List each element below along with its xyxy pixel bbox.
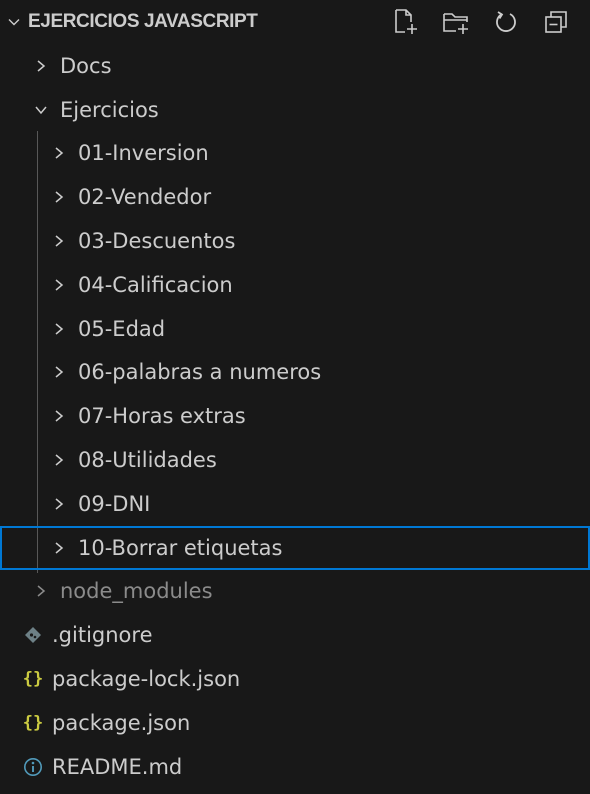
folder-06-palabras-a-numeros[interactable]: 06-palabras a numeros	[0, 351, 590, 395]
explorer-panel: EJERCICIOS JAVASCRIPT Docs Ejercicios 01…	[0, 0, 590, 794]
folder-label: Docs	[60, 53, 112, 78]
folder-docs[interactable]: Docs	[0, 44, 590, 88]
collapse-all-icon[interactable]	[538, 4, 574, 40]
folder-09-dni[interactable]: 09-DNI	[0, 482, 590, 526]
folder-label: 02-Vendedor	[78, 185, 212, 210]
file-package-json[interactable]: {} package.json	[0, 701, 590, 745]
folder-10-borrar-etiquetas[interactable]: 10-Borrar etiquetas	[0, 525, 590, 570]
folder-label: node_modules	[60, 579, 213, 604]
info-icon	[22, 756, 44, 778]
file-readme-md[interactable]: README.md	[0, 745, 590, 789]
folder-01-inversion[interactable]: 01-Inversion	[0, 132, 590, 176]
folder-label: Ejercicios	[60, 97, 159, 122]
folder-03-descuentos[interactable]: 03-Descuentos	[0, 219, 590, 263]
folder-05-edad[interactable]: 05-Edad	[0, 307, 590, 351]
folder-label: 10-Borrar etiquetas	[78, 535, 283, 560]
chevron-right-icon	[48, 449, 70, 471]
folder-label: 06-palabras a numeros	[78, 360, 322, 385]
json-braces-icon: {}	[22, 712, 44, 733]
folder-label: 04-Calificacion	[78, 272, 233, 297]
chevron-right-icon	[48, 405, 70, 427]
file-package-lock-json[interactable]: {} package-lock.json	[0, 657, 590, 701]
chevron-down-icon	[30, 99, 52, 121]
folder-label: 01-Inversion	[78, 141, 209, 166]
chevron-right-icon	[48, 318, 70, 340]
chevron-right-icon	[48, 274, 70, 296]
file-label: package.json	[52, 710, 191, 735]
folder-label: 05-Edad	[78, 316, 166, 341]
explorer-title: EJERCICIOS JAVASCRIPT	[28, 11, 258, 32]
chevron-right-icon	[48, 361, 70, 383]
folder-label: 03-Descuentos	[78, 229, 236, 254]
folder-label: 08-Utilidades	[78, 448, 217, 473]
folder-label: 09-DNI	[78, 491, 151, 516]
explorer-actions	[388, 0, 588, 44]
folder-08-utilidades[interactable]: 08-Utilidades	[0, 438, 590, 482]
json-braces-icon: {}	[22, 669, 44, 690]
folder-07-horas-extras[interactable]: 07-Horas extras	[0, 394, 590, 438]
file-label: README.md	[52, 754, 183, 779]
chevron-right-icon	[48, 186, 70, 208]
git-diamond-icon	[22, 624, 44, 646]
folder-ejercicios[interactable]: Ejercicios	[0, 88, 590, 132]
chevron-right-icon	[30, 55, 52, 77]
chevron-right-icon	[48, 537, 70, 559]
refresh-icon[interactable]	[488, 4, 524, 40]
folder-node-modules[interactable]: node_modules	[0, 570, 590, 614]
new-folder-icon[interactable]	[438, 4, 474, 40]
file-label: .gitignore	[52, 623, 153, 648]
file-tree: Docs Ejercicios 01-Inversion 02-Vendedor…	[0, 44, 590, 789]
folder-label: 07-Horas extras	[78, 404, 246, 429]
chevron-right-icon	[48, 493, 70, 515]
chevron-right-icon	[48, 142, 70, 164]
file-label: package-lock.json	[52, 667, 241, 692]
explorer-section-header[interactable]: EJERCICIOS JAVASCRIPT	[0, 0, 590, 44]
folder-04-calificacion[interactable]: 04-Calificacion	[0, 263, 590, 307]
chevron-right-icon	[48, 230, 70, 252]
chevron-down-icon[interactable]	[4, 0, 24, 44]
folder-02-vendedor[interactable]: 02-Vendedor	[0, 175, 590, 219]
new-file-icon[interactable]	[388, 4, 424, 40]
file-gitignore[interactable]: .gitignore	[0, 613, 590, 657]
chevron-right-icon	[30, 580, 52, 602]
